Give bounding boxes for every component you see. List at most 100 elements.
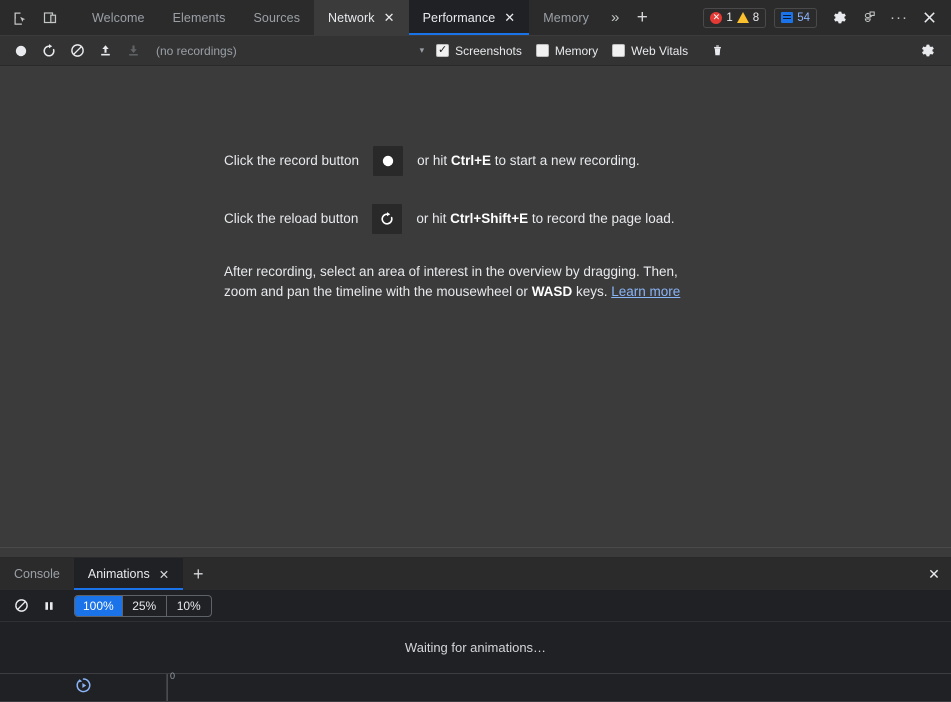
- message-icon: [781, 12, 794, 23]
- clear-button[interactable]: [64, 39, 90, 63]
- key-e: E: [482, 153, 492, 169]
- landing-record-tail: to start a new recording.: [494, 153, 640, 169]
- checkbox-icon[interactable]: [612, 44, 626, 57]
- record-button[interactable]: [8, 39, 34, 63]
- device-toolbar-icon[interactable]: [36, 4, 64, 32]
- tabbar-right-icons: ✕ 1 8 54 ···: [703, 0, 951, 35]
- error-icon: ✕: [710, 11, 723, 24]
- clear-animations-icon[interactable]: [8, 594, 34, 618]
- load-profile-button[interactable]: [92, 39, 118, 63]
- warning-icon: [736, 12, 749, 23]
- drawer-close-icon[interactable]: ✕: [917, 558, 951, 590]
- landing-reload-prefix: Click the reload button: [224, 211, 359, 227]
- drawer-tab-close-icon[interactable]: ✕: [159, 567, 169, 582]
- timeline-tick-label: 0: [170, 671, 176, 681]
- landing-paragraph-line1: After recording, select an area of inter…: [224, 264, 678, 279]
- checkbox-icon[interactable]: [436, 44, 450, 57]
- key-plus: +: [474, 153, 482, 169]
- message-count: 54: [797, 11, 810, 24]
- key-e: E: [519, 211, 529, 227]
- tab-label: Memory: [543, 10, 590, 25]
- devtools-window: Welcome Elements Sources Network ✕ Perfo…: [0, 0, 951, 702]
- landing-paragraph-line2b: keys.: [575, 283, 608, 299]
- checkbox-screenshots[interactable]: Screenshots: [436, 44, 522, 58]
- timeline-scrubber-cell: [0, 674, 167, 701]
- replay-timeline-icon[interactable]: [74, 676, 93, 700]
- tab-label: Elements: [172, 10, 226, 25]
- error-count: 1: [726, 11, 733, 24]
- messages-badge-group[interactable]: 54: [774, 7, 817, 28]
- drawer-resize-handle[interactable]: [0, 547, 951, 558]
- more-options-label: ···: [890, 9, 908, 26]
- trash-icon[interactable]: [704, 39, 730, 63]
- issues-badge-group[interactable]: ✕ 1 8: [703, 7, 767, 28]
- animations-timeline-header: 0: [0, 671, 951, 702]
- key-ctrl: Ctrl: [450, 153, 475, 169]
- checkbox-memory[interactable]: Memory: [535, 43, 599, 58]
- drawer: Console Animations ✕ + ✕ 100% 25% 10% Wa…: [0, 547, 951, 702]
- landing-or-hit: or hit: [417, 153, 448, 169]
- drawer-tab-label: Animations: [87, 567, 150, 581]
- key-ctrl: Ctrl: [450, 211, 474, 227]
- key-wasd: WASD: [531, 283, 573, 299]
- tab-elements[interactable]: Elements: [159, 0, 240, 35]
- speed-10[interactable]: 10%: [167, 596, 211, 616]
- drawer-add-tab-icon[interactable]: +: [183, 558, 213, 590]
- drawer-tab-label: Console: [14, 567, 60, 581]
- checkbox-web-vitals[interactable]: Web Vitals: [612, 44, 688, 58]
- performance-toolbar: (no recordings) ▾ Screenshots Memory Web…: [0, 36, 951, 66]
- tab-welcome[interactable]: Welcome: [78, 0, 159, 35]
- key-plus-2: +: [511, 211, 520, 227]
- tab-network[interactable]: Network ✕: [314, 0, 409, 35]
- key-shift: Shift: [481, 211, 512, 227]
- recordings-status: (no recordings): [156, 43, 237, 58]
- more-options-icon[interactable]: ···: [885, 4, 913, 32]
- checkbox-label: Screenshots: [455, 43, 522, 58]
- speed-25[interactable]: 25%: [123, 595, 167, 616]
- save-profile-button[interactable]: [120, 39, 146, 63]
- reload-and-record-button[interactable]: [36, 39, 62, 63]
- timeline-grid[interactable]: 0: [167, 671, 951, 701]
- tab-memory[interactable]: Memory: [529, 0, 603, 35]
- tab-label: Network: [328, 10, 375, 25]
- landing-record-row: Click the record button or hit Ctrl+E to…: [224, 146, 744, 176]
- checkbox-label: Web Vitals: [631, 43, 689, 58]
- landing-or-hit: or hit: [416, 211, 447, 227]
- drawer-tab-animations[interactable]: Animations ✕: [73, 558, 184, 590]
- drawer-tab-console[interactable]: Console: [0, 558, 74, 590]
- chevron-down-icon[interactable]: ▾: [420, 45, 425, 56]
- tab-close-icon[interactable]: ✕: [504, 11, 515, 24]
- settings-gear-icon[interactable]: [825, 4, 853, 32]
- speed-100[interactable]: 100%: [75, 595, 123, 616]
- checkbox-icon[interactable]: [535, 44, 549, 57]
- animations-toolbar: 100% 25% 10%: [0, 590, 951, 622]
- learn-more-link[interactable]: Learn more: [611, 284, 680, 299]
- capture-settings-gear-icon[interactable]: [915, 39, 941, 63]
- main-tabbar: Welcome Elements Sources Network ✕ Perfo…: [0, 0, 951, 36]
- checkbox-label: Memory: [554, 43, 599, 58]
- tab-label: Welcome: [92, 10, 145, 25]
- landing-reload-row: Click the reload button or hit Ctrl +Shif…: [224, 204, 744, 234]
- add-tab-icon[interactable]: +: [627, 0, 657, 35]
- performance-landing-page: Click the record button or hit Ctrl+E to…: [224, 146, 744, 301]
- timeline-tick: [167, 674, 168, 701]
- close-devtools-icon[interactable]: [915, 4, 943, 32]
- playback-speed-group: 100% 25% 10%: [74, 594, 212, 617]
- record-button-hint-icon[interactable]: [373, 146, 404, 176]
- reload-button-hint-icon[interactable]: [372, 204, 403, 234]
- tab-sources[interactable]: Sources: [239, 0, 314, 35]
- feedback-icon[interactable]: [855, 4, 883, 32]
- landing-paragraph: After recording, select an area of inter…: [224, 262, 714, 301]
- pause-animations-icon[interactable]: [36, 594, 62, 618]
- tab-list: Welcome Elements Sources Network ✕ Perfo…: [78, 0, 657, 35]
- landing-paragraph-line2a: zoom and pan the timeline with the mouse…: [224, 283, 528, 299]
- landing-record-suffix: or hit Ctrl+E to start a new recording.: [417, 151, 640, 171]
- tab-close-icon[interactable]: ✕: [384, 11, 395, 24]
- tabbar-left-icons: [0, 0, 64, 35]
- landing-reload-tail: to record the page load.: [531, 211, 675, 227]
- performance-main-panel: Click the record button or hit Ctrl+E to…: [0, 66, 951, 547]
- tab-performance[interactable]: Performance ✕: [408, 0, 530, 35]
- more-tabs-icon[interactable]: »: [603, 0, 627, 35]
- inspect-element-icon[interactable]: [6, 4, 34, 32]
- warning-count: 8: [752, 11, 760, 24]
